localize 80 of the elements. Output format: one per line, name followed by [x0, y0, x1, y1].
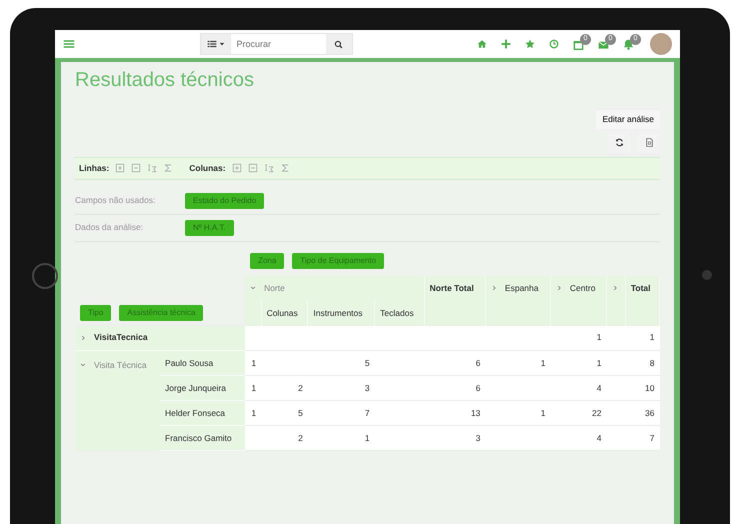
table-cell: 6 — [476, 382, 480, 393]
column-header: Total — [630, 282, 651, 292]
column-header: Espanha — [504, 282, 538, 294]
bell-icon[interactable] — [623, 38, 634, 50]
star-icon[interactable] — [525, 39, 535, 49]
toolbar-label: Linhas: — [79, 162, 110, 174]
table-cell: 3 — [476, 432, 480, 443]
plus-icon[interactable] — [501, 39, 511, 49]
table-cell: 4 — [596, 432, 602, 443]
table-cell: 36 — [645, 408, 654, 418]
avatar[interactable] — [650, 33, 672, 55]
column-header: Norte — [264, 282, 285, 294]
row-chip[interactable]: Tipo — [80, 304, 112, 320]
table-cell: 1 — [364, 432, 370, 443]
table-cell: 4 — [596, 382, 602, 393]
chevron-right-icon[interactable] — [80, 334, 86, 341]
row-header: Visita Técnica — [94, 359, 147, 372]
column-header: Centro — [570, 282, 596, 294]
table-cell: 1 — [251, 382, 256, 393]
row-chip[interactable]: Assistência técnica — [119, 304, 204, 320]
edit-analysis-button[interactable]: Editar análise — [596, 110, 660, 129]
field-label: Campos não usados: — [75, 194, 156, 207]
chevron-down-icon[interactable] — [250, 284, 256, 291]
field-label: Dados da análise: — [75, 221, 144, 234]
chevron-right-icon[interactable] — [556, 284, 562, 291]
column-header: Colunas — [266, 308, 298, 318]
field-chip[interactable]: Nº H.A.T. — [185, 220, 234, 236]
table-cell: 10 — [645, 382, 654, 393]
home-icon[interactable] — [477, 39, 487, 49]
sum-icon[interactable] — [280, 163, 290, 174]
subtotal-icon[interactable] — [147, 163, 158, 174]
chevron-right-icon[interactable] — [490, 284, 497, 291]
collapse-all-icon[interactable] — [131, 163, 142, 174]
toolbar-label: Colunas: — [189, 162, 226, 174]
table-cell: 5 — [298, 408, 303, 418]
menu-icon[interactable] — [63, 38, 75, 50]
refresh-icon — [614, 138, 624, 148]
document-icon — [644, 138, 654, 148]
table-cell: 6 — [476, 358, 480, 368]
table-cell: 5 — [364, 358, 370, 368]
column-header: Norte Total — [430, 282, 474, 292]
row-header: Jorge Junqueira — [165, 382, 226, 393]
table-cell: 1 — [596, 332, 602, 342]
sensor-icon — [702, 270, 712, 280]
export-button[interactable] — [638, 132, 660, 153]
table-cell: 1 — [540, 358, 546, 368]
column-header: Teclados — [380, 308, 414, 318]
row-header: Helder Fonseca — [165, 408, 226, 418]
subtotal-icon[interactable] — [264, 163, 274, 174]
row-header: Francisco Gamito — [165, 432, 232, 443]
table-cell: 13 — [470, 408, 480, 418]
page-title: Resultados técnicos — [75, 68, 255, 92]
refresh-button[interactable] — [608, 132, 630, 153]
chevron-down-icon[interactable] — [80, 362, 86, 368]
table-cell: 1 — [251, 408, 256, 418]
table-cell: 2 — [298, 382, 303, 393]
clock-icon[interactable] — [549, 39, 559, 49]
table-cell: 7 — [650, 432, 654, 443]
table-cell: 2 — [298, 432, 303, 443]
table-cell: 7 — [364, 408, 370, 418]
table-cell: 1 — [596, 358, 602, 368]
collapse-all-icon[interactable] — [248, 163, 258, 174]
envelope-icon[interactable] — [598, 38, 609, 50]
table-cell: 22 — [592, 408, 602, 418]
camera-icon — [32, 263, 58, 289]
sum-icon[interactable] — [163, 163, 174, 174]
field-chip[interactable]: Estado do Pedido — [185, 192, 264, 208]
column-chip[interactable]: Zona — [250, 252, 284, 268]
column-chip[interactable]: Tipo de Equipamento — [292, 252, 384, 268]
table-cell: 3 — [364, 382, 370, 393]
expand-all-icon[interactable] — [115, 163, 126, 174]
row-header: VisitaTecnica — [94, 331, 148, 344]
chevron-right-icon[interactable] — [612, 284, 618, 290]
expand-all-icon[interactable] — [232, 163, 242, 174]
row-header: Paulo Sousa — [165, 358, 214, 368]
table-cell: 1 — [540, 408, 546, 418]
table-cell: 1 — [251, 358, 256, 368]
table-cell: 1 — [650, 332, 654, 342]
table-cell: 8 — [650, 358, 654, 368]
column-header: Instrumentos — [313, 308, 363, 318]
